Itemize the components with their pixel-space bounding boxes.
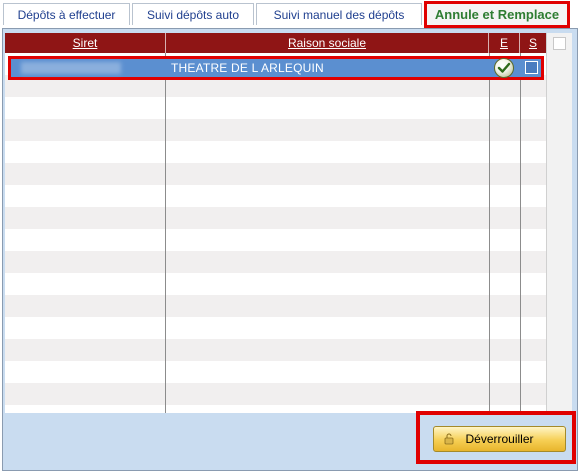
table-row	[5, 97, 546, 119]
table-row	[5, 383, 546, 405]
tab-depots-a-effectuer[interactable]: Dépôts à effectuer	[3, 3, 130, 25]
column-header-siret[interactable]: Siret	[5, 33, 165, 53]
unlock-button-label: Déverrouiller	[465, 432, 534, 446]
table-row	[5, 295, 546, 317]
unlock-icon	[444, 433, 454, 445]
checkmark-icon[interactable]	[494, 58, 514, 78]
table-row	[5, 273, 546, 295]
unlock-button-highlight: Déverrouiller	[416, 411, 576, 464]
column-header-raison-sociale[interactable]: Raison sociale	[166, 33, 488, 53]
table-row	[5, 207, 546, 229]
vertical-scrollbar[interactable]	[546, 33, 572, 413]
tab-panel: Siret Raison sociale E S THEATRE DE L AR…	[2, 28, 578, 471]
table-row-selected[interactable]: THEATRE DE L ARLEQUIN	[8, 56, 544, 80]
tab-bar: Dépôts à effectuer Suivi dépôts auto Sui…	[0, 0, 581, 28]
table-row	[5, 141, 546, 163]
raison-sociale-cell: THEATRE DE L ARLEQUIN	[171, 61, 324, 75]
column-divider	[520, 53, 521, 413]
column-header-s[interactable]: S	[520, 33, 546, 53]
unlock-button[interactable]: Déverrouiller	[433, 426, 566, 452]
table-header: Siret Raison sociale E S	[5, 33, 546, 53]
s-checkbox[interactable]	[525, 61, 538, 74]
column-divider	[489, 53, 490, 413]
table-row	[5, 251, 546, 273]
table-row	[5, 361, 546, 383]
table-row	[5, 119, 546, 141]
tab-annule-et-remplace[interactable]: Annule et Remplace	[424, 1, 570, 28]
tab-suivi-manuel-depots[interactable]: Suivi manuel des dépôts	[256, 3, 422, 25]
table-row	[5, 163, 546, 185]
siret-cell-redacted	[21, 62, 121, 74]
table-body	[5, 53, 546, 413]
table-row	[5, 339, 546, 361]
column-divider	[165, 53, 166, 413]
table-row	[5, 229, 546, 251]
tab-suivi-depots-auto[interactable]: Suivi dépôts auto	[132, 3, 254, 25]
table-row	[5, 185, 546, 207]
table-row	[5, 317, 546, 339]
scrollbar-thumb[interactable]	[553, 37, 566, 50]
declarations-table: Siret Raison sociale E S THEATRE DE L AR…	[5, 33, 572, 413]
column-header-e[interactable]: E	[489, 33, 519, 53]
